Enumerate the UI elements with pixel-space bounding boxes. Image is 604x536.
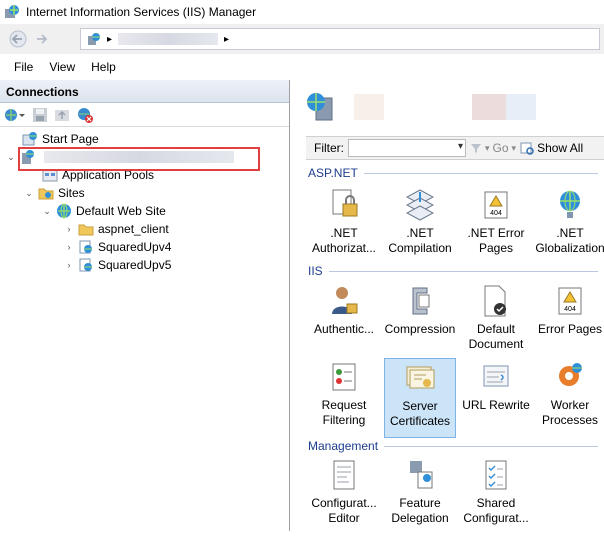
tree-item-default-web-site[interactable]: ⌄ Default Web Site [42, 202, 166, 220]
error-404-icon: 404 [484, 191, 508, 219]
show-all-button[interactable]: Show All [520, 141, 583, 155]
tree-label: SquaredUpv5 [98, 258, 172, 272]
folder-icon [78, 221, 94, 237]
tree-label: Default Web Site [76, 204, 166, 218]
expand-arrow-icon[interactable]: › [64, 260, 74, 270]
go-label: Go [492, 141, 509, 155]
sites-folder-icon [38, 185, 54, 201]
forward-button[interactable] [30, 29, 54, 49]
tree-label: SquaredUpv4 [98, 240, 172, 254]
window-title: Internet Information Services (IIS) Mana… [26, 5, 257, 19]
show-all-label: Show All [537, 141, 584, 155]
feature-configuration-editor[interactable]: Configurat... Editor [308, 456, 380, 536]
up-level-icon[interactable] [54, 107, 70, 123]
document-check-icon [484, 285, 506, 317]
collapse-arrow-icon[interactable]: ⌄ [6, 152, 16, 163]
section-aspnet: ASP.NET [308, 165, 598, 181]
user-lock-icon [332, 287, 358, 314]
svg-text:404: 404 [564, 306, 576, 313]
feature-net-error-pages[interactable]: 404 .NET Error Pages [460, 186, 532, 266]
feature-request-filtering[interactable]: Request Filtering [308, 358, 380, 438]
worker-gear-icon [559, 363, 582, 386]
connect-icon[interactable] [4, 107, 26, 123]
tree-label: Sites [58, 186, 85, 200]
delegation-icon [410, 461, 433, 489]
title-bar: Internet Information Services (IIS) Mana… [0, 0, 604, 24]
tree-label: Start Page [42, 132, 99, 146]
address-separator[interactable]: ▸ [224, 34, 229, 45]
collapse-arrow-icon[interactable]: ⌄ [42, 206, 52, 217]
blurred-server-name [118, 33, 219, 45]
feature-delegation[interactable]: Feature Delegation [384, 456, 456, 536]
save-icon[interactable] [32, 107, 48, 123]
section-title: IIS [308, 264, 323, 278]
tree-item-squaredupv5[interactable]: › SquaredUpv5 [64, 256, 172, 274]
feature-error-pages[interactable]: 404 Error Pages [534, 282, 604, 362]
iis-app-icon [4, 4, 20, 20]
lock-document-icon [332, 189, 358, 217]
config-editor-icon [333, 460, 355, 490]
tree-item-squaredupv4[interactable]: › SquaredUpv4 [64, 238, 172, 256]
feature-server-certificates[interactable]: Server Certificates [384, 358, 456, 438]
start-page-icon [22, 131, 38, 147]
feature-net-compilation[interactable]: .NET Compilation [384, 186, 456, 266]
go-button[interactable]: ▾ Go ▾ [470, 141, 516, 155]
tree-item-aspnet-client[interactable]: › aspnet_client [64, 220, 169, 238]
menu-file[interactable]: File [6, 56, 41, 78]
tree-item-sites[interactable]: ⌄ Sites [24, 184, 85, 202]
filter-input[interactable] [348, 139, 466, 157]
disconnect-icon[interactable] [76, 107, 94, 123]
globe-icon [560, 190, 580, 218]
menu-bar: File View Help [0, 54, 604, 80]
section-title: ASP.NET [308, 166, 358, 180]
connections-header: Connections [0, 80, 289, 103]
funnel-icon [471, 144, 481, 153]
show-all-icon [520, 142, 534, 155]
tree-label: aspnet_client [98, 222, 169, 236]
address-field[interactable]: ▸ ▸ [80, 28, 600, 50]
feature-net-globalization[interactable]: .NET Globalization [534, 186, 604, 266]
features-header [296, 80, 604, 134]
feature-shared-configuration[interactable]: Shared Configurat... [460, 456, 532, 536]
section-title: Management [308, 439, 379, 453]
features-panel: Filter: ▾ Go ▾ Show All ASP.NET .NETAuth… [296, 80, 604, 531]
section-iis: IIS [308, 263, 598, 279]
section-management: Management [308, 438, 598, 454]
request-filter-icon [332, 363, 356, 391]
back-button[interactable] [6, 29, 30, 49]
connections-toolbar [0, 103, 289, 127]
feature-worker-processes[interactable]: Worker Processes [534, 358, 604, 438]
server-icon [306, 92, 340, 122]
feature-net-authorization[interactable]: .NET Authorizat... [308, 186, 380, 266]
shared-config-icon [485, 460, 507, 490]
address-separator[interactable]: ▸ [107, 34, 112, 45]
server-icon [87, 32, 101, 46]
feature-url-rewrite[interactable]: URL Rewrite [460, 358, 532, 438]
highlight-box [18, 147, 260, 171]
collapse-arrow-icon[interactable]: ⌄ [24, 188, 34, 199]
web-app-icon [78, 239, 94, 255]
feature-default-document[interactable]: Default Document [460, 282, 532, 362]
address-bar: ▸ ▸ [0, 24, 604, 54]
feature-authentication[interactable]: Authentic... [308, 282, 380, 362]
menu-view[interactable]: View [41, 56, 83, 78]
feature-compression[interactable]: Compression [384, 282, 456, 362]
expand-arrow-icon[interactable]: › [64, 224, 74, 234]
web-app-icon [78, 257, 94, 273]
error-404-icon: 404 [558, 287, 582, 315]
compilation-icon [405, 189, 435, 221]
url-rewrite-icon [483, 365, 509, 387]
filter-label: Filter: [314, 141, 344, 155]
blurred-server-name [506, 94, 536, 120]
clamp-icon [412, 287, 430, 315]
filter-bar: Filter: ▾ Go ▾ Show All [306, 136, 604, 160]
blurred-server-name [472, 94, 506, 120]
globe-icon [56, 203, 72, 219]
tree-item-start-page[interactable]: Start Page [22, 130, 99, 148]
blurred-server-name [354, 94, 384, 120]
menu-help[interactable]: Help [83, 56, 124, 78]
certificate-icon [406, 366, 435, 389]
expand-arrow-icon[interactable]: › [64, 242, 74, 252]
svg-text:404: 404 [490, 210, 502, 217]
